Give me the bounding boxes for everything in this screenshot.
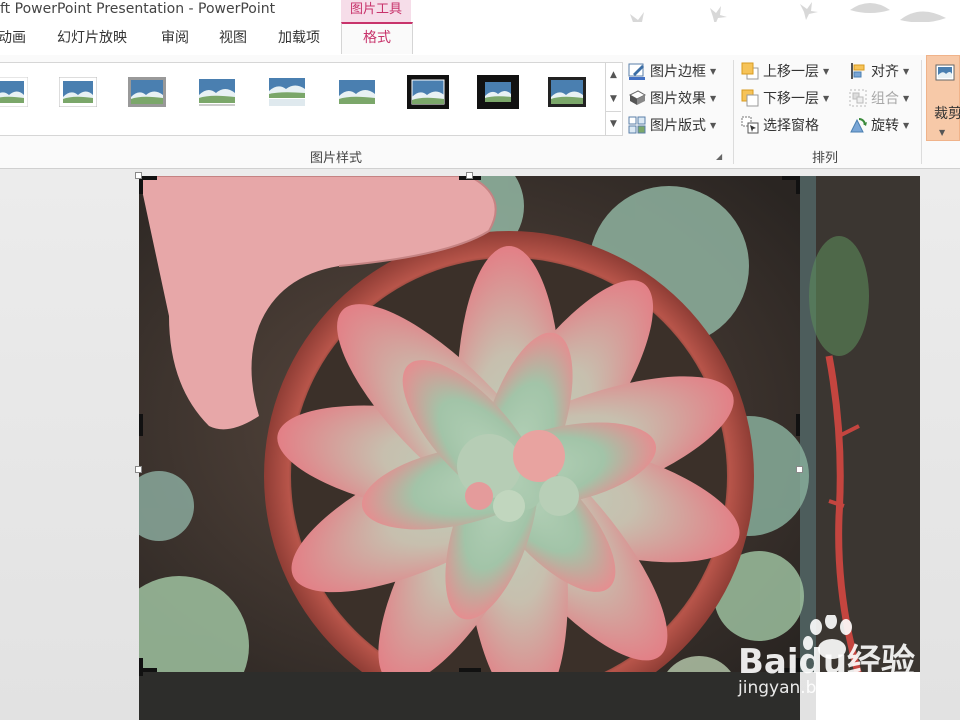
bring-forward-button[interactable]: 上移一层 ▼ [741,60,829,82]
picture-layout-icon [628,116,646,134]
resize-handle-left[interactable] [135,466,142,473]
ribbon-tab-bar: 动画 幻灯片放映 审阅 视图 加载项 格式 [0,22,960,56]
selection-pane-button[interactable]: 选择窗格 [741,114,819,136]
picture-tools-context-label: 图片工具 [341,0,411,22]
crop-label: 裁剪 [934,106,960,122]
picture-style-thumb[interactable] [198,77,236,107]
tab-slideshow[interactable]: 幻灯片放映 [57,22,127,55]
tab-view[interactable]: 视图 [219,22,247,55]
picture-effects-button[interactable]: 图片效果 ▼ [628,87,716,109]
picture-style-thumb[interactable] [268,77,306,107]
bring-forward-icon [741,62,759,80]
rotate-button[interactable]: 旋转 ▼ [849,114,909,136]
send-backward-label: 下移一层 [763,91,819,107]
send-backward-icon [741,89,759,107]
group-separator [733,60,734,164]
crop-icon [935,64,955,81]
align-icon [851,63,865,79]
picture-border-icon [628,63,645,80]
picture-layout-label: 图片版式 [650,118,706,134]
picture-style-thumb[interactable] [548,77,586,107]
picture-style-thumb-black-bevel[interactable] [477,75,519,109]
picture-style-thumb[interactable] [0,77,28,107]
tab-addins[interactable]: 加载项 [278,22,320,55]
picture-styles-group-label: 图片样式 [310,151,363,166]
crop-button[interactable]: ▼ [926,55,960,141]
resize-handle-right[interactable] [796,466,803,473]
picture-style-thumb[interactable] [59,77,97,107]
ribbon: ▲ ▼ ▼ 图片边框 ▼ 图片效果 ▼ 图片版式 ▼ 图片样式 ◢ 上移一层 ▼ 下移一… [0,55,960,169]
picture-style-thumb[interactable] [128,77,166,107]
arrange-group-label: 排列 [812,151,839,166]
tab-format[interactable]: 格式 [341,22,413,54]
bring-forward-label: 上移一层 [763,64,819,80]
picture-styles-gallery: ▲ ▼ ▼ [0,62,623,136]
selection-pane-label: 选择窗格 [763,118,819,134]
picture-border-label: 图片边框 [650,64,706,80]
send-backward-button[interactable]: 下移一层 ▼ [741,87,829,109]
tab-animations[interactable]: 动画 [0,22,26,55]
align-label: 对齐 [871,64,899,80]
watermark-url: jingyan.baidu.com [738,678,895,698]
picture-effects-label: 图片效果 [650,91,706,107]
picture-effects-icon [628,90,646,105]
group-button[interactable]: 组合 ▼ [849,87,909,109]
selection-pane-icon [741,116,759,134]
group-icon [849,89,867,107]
rotate-label: 旋转 [871,118,899,134]
tab-review[interactable]: 审阅 [161,22,189,55]
group-label: 组合 [871,91,899,107]
gallery-scroll-up-button[interactable]: ▲ [605,63,621,87]
picture-style-thumb-black-frame[interactable] [407,75,449,109]
align-button[interactable]: 对齐 ▼ [849,60,909,82]
gallery-scroll-down-button[interactable]: ▼ [605,87,621,111]
gallery-more-button[interactable]: ▼ [605,111,621,135]
picture-style-thumb[interactable] [338,77,376,107]
watermark-brand: Baidu经验 [738,642,916,682]
picture-border-button[interactable]: 图片边框 ▼ [628,60,716,82]
resize-handle-top-left[interactable] [135,172,142,179]
rotate-icon [850,118,867,133]
window-title: ft PowerPoint Presentation - PowerPoint [0,1,276,17]
dialog-launcher-icon[interactable]: ◢ [716,152,725,161]
group-separator [921,60,922,164]
resize-handle-top[interactable] [466,172,473,179]
picture-layout-button[interactable]: 图片版式 ▼ [628,114,716,136]
